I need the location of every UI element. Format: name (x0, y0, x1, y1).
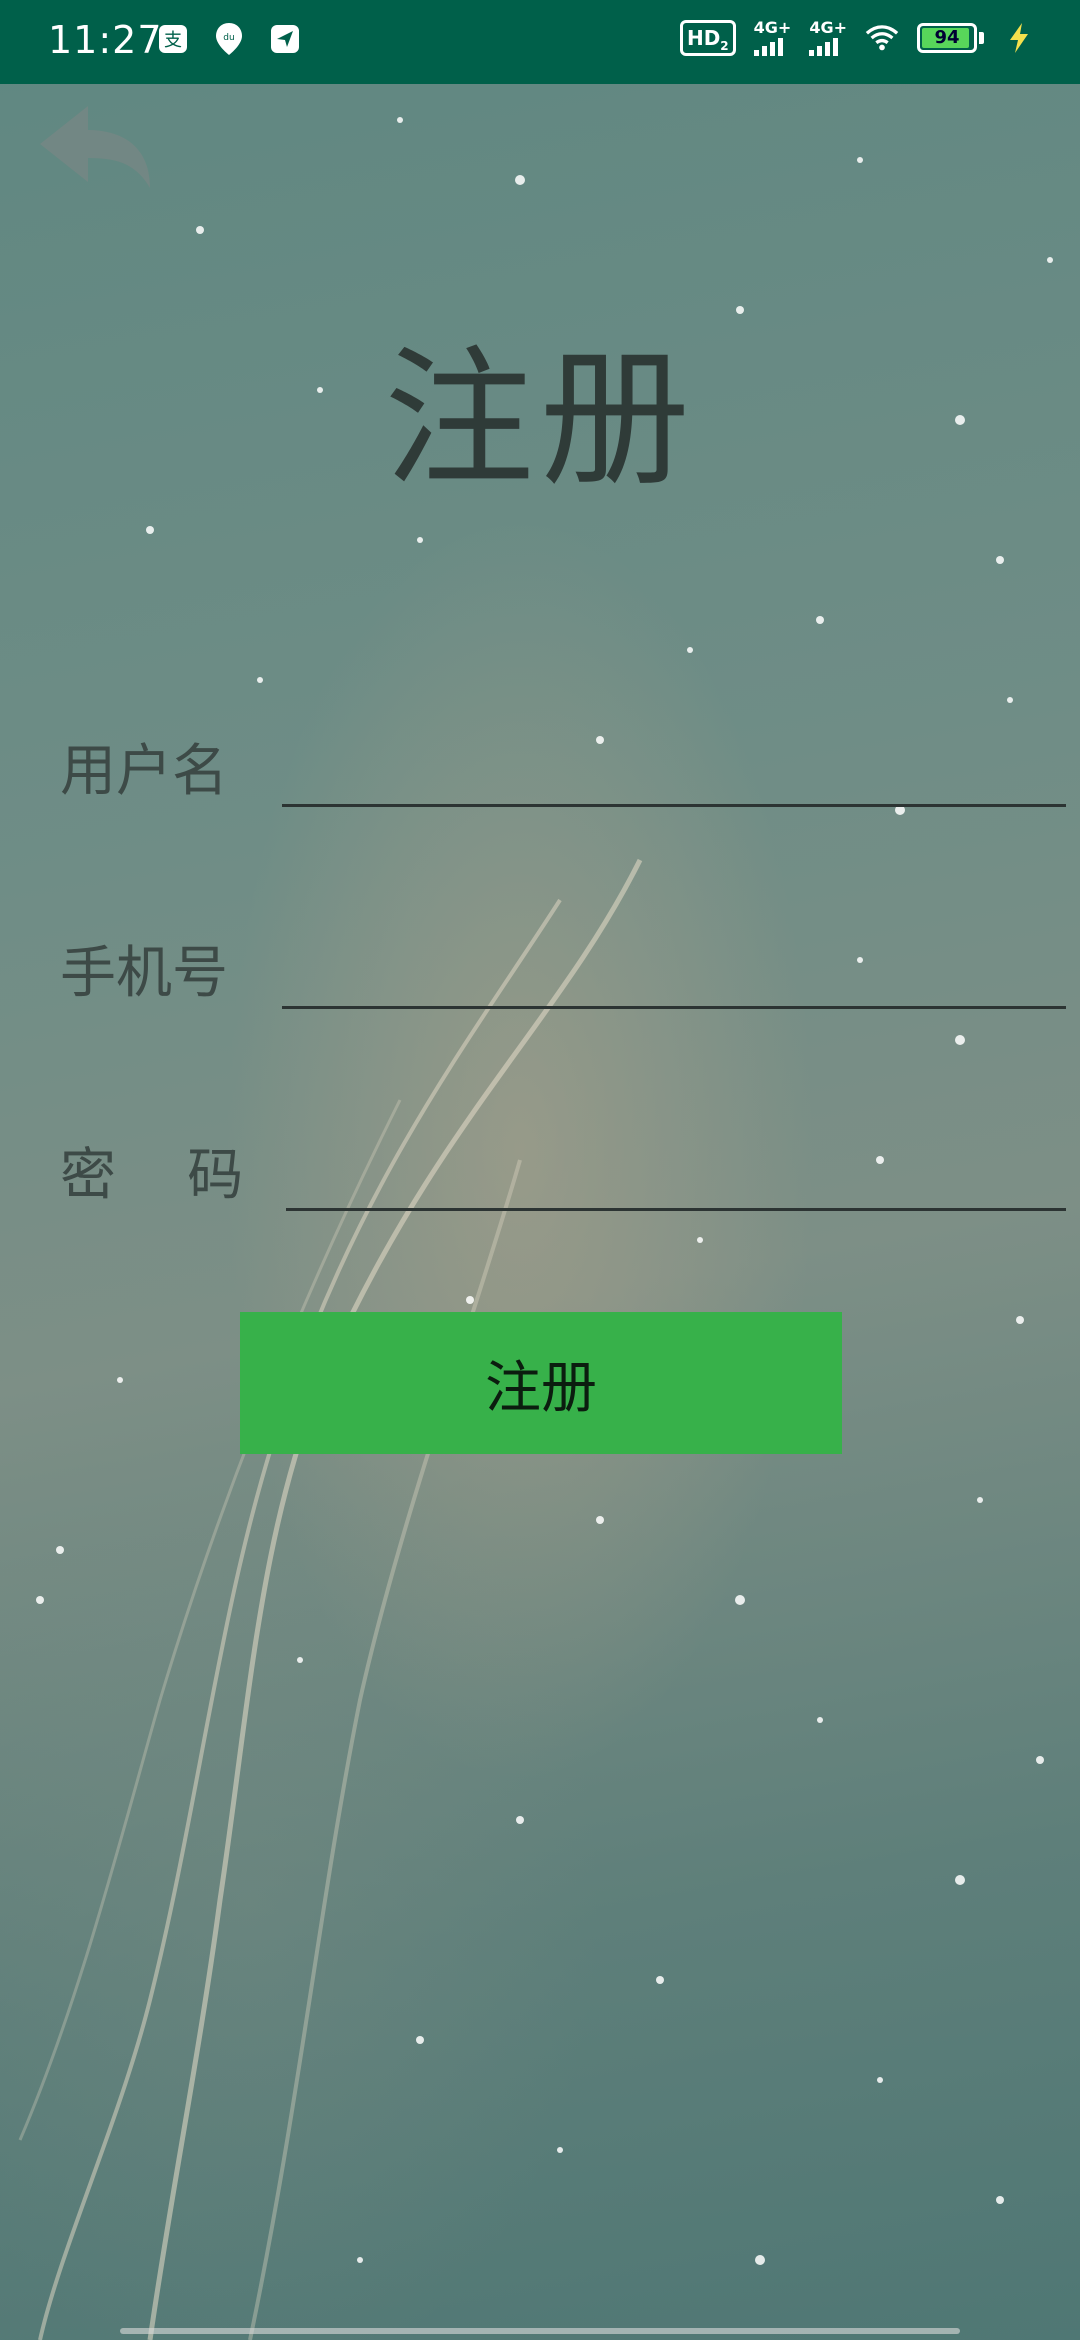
register-button[interactable]: 注册 (240, 1312, 842, 1454)
battery-level: 94 (934, 27, 960, 48)
phone-input[interactable] (282, 906, 1070, 1008)
hd-voice-icon: HD2 (679, 20, 736, 56)
home-indicator[interactable] (120, 2328, 960, 2334)
phone-underline (282, 1006, 1066, 1009)
username-input[interactable] (282, 704, 1070, 806)
username-underline (282, 804, 1066, 807)
battery-icon: 94 (917, 23, 977, 53)
page-title: 注册 (383, 333, 696, 507)
alipay-icon: 支 (156, 22, 190, 56)
back-arrow-icon (40, 106, 150, 188)
username-label: 用户名 (60, 739, 228, 804)
signal-icon-sim1: 4G+ (753, 20, 791, 56)
svg-text:支: 支 (164, 30, 182, 51)
du-location-icon: du (212, 22, 246, 56)
send-icon (268, 22, 302, 56)
status-time: 11:27 (48, 18, 163, 62)
svg-text:du: du (223, 33, 234, 43)
status-bar: 11:27 支 du HD2 4G+ 4G+ 94 (0, 0, 1080, 84)
password-underline (286, 1208, 1066, 1211)
charging-icon (1002, 21, 1036, 55)
password-input[interactable] (286, 1108, 1070, 1210)
password-label: 密 码 (60, 1143, 244, 1208)
phone-label: 手机号 (60, 941, 228, 1006)
back-button[interactable] (32, 100, 162, 196)
signal-icon-sim2: 4G+ (809, 20, 847, 56)
wifi-icon (865, 21, 899, 55)
